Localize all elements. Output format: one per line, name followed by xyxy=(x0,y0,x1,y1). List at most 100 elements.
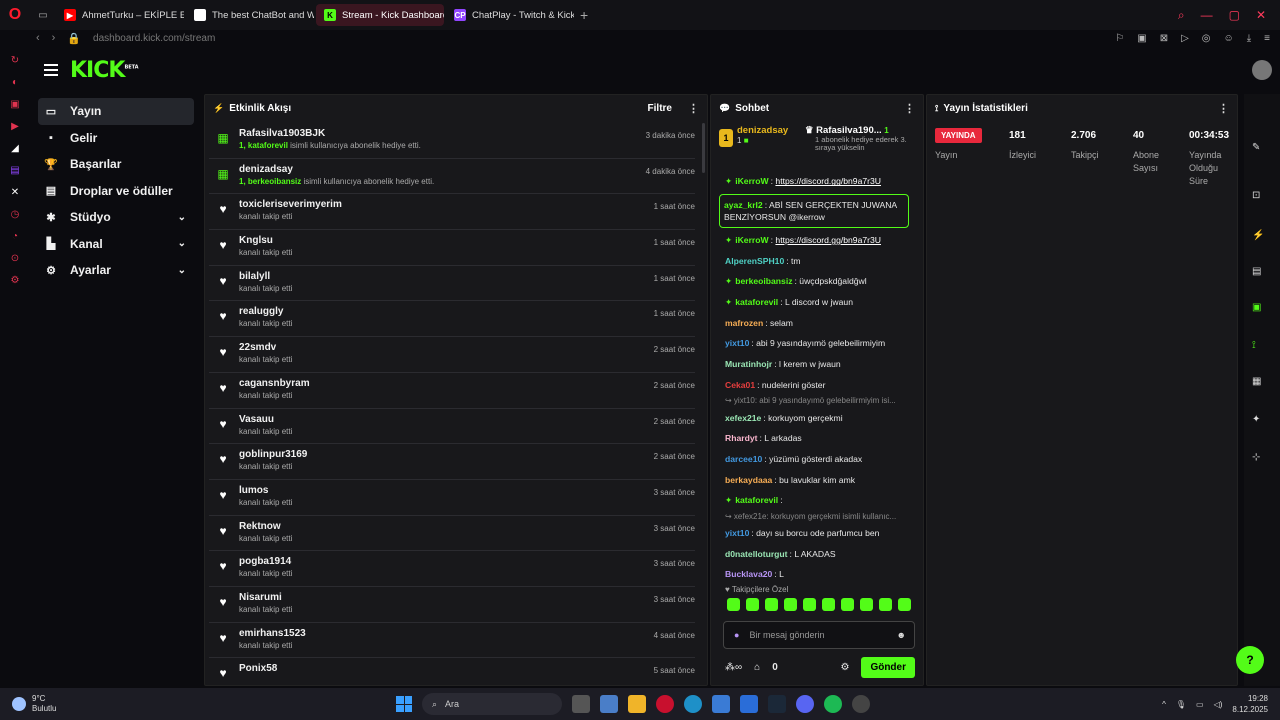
mic-icon[interactable]: ● xyxy=(734,630,739,640)
chat-username[interactable]: mafrozen xyxy=(725,318,763,328)
edit-icon[interactable]: ✎ xyxy=(1252,142,1260,153)
forward-icon[interactable]: › xyxy=(52,32,56,44)
chat-message[interactable]: berkaydaaa: bu lavuklar kim amk xyxy=(719,469,909,490)
event-username[interactable]: pogba1914 xyxy=(239,555,292,568)
chat-username[interactable]: d0natelloturgut xyxy=(725,549,788,559)
filter-button[interactable]: Filtre xyxy=(648,103,672,114)
event-row[interactable]: ♥ emirhans1523 kanalı takip etti 4 saat önc… xyxy=(209,623,695,659)
nav-item[interactable]: ▙ Kanal ⌄ xyxy=(38,231,194,258)
url-field[interactable]: dashboard.kick.com/stream xyxy=(93,33,215,44)
bookmark-icon[interactable]: ⚐ xyxy=(1115,33,1124,44)
chat-username[interactable]: kataforevil xyxy=(735,495,778,505)
chat-message[interactable]: yixt10: abi 9 yasındayımö gelebeilirmiyi… xyxy=(719,333,909,354)
event-row[interactable]: ♥ realuggly kanalı takip etti 1 saat önce xyxy=(209,301,695,338)
chat-input[interactable]: ● Bir mesaj gönderin ☻ xyxy=(723,621,915,649)
search-tabs-icon[interactable]: ⌕ xyxy=(1178,8,1185,23)
nav-item[interactable]: ▪ Gelir xyxy=(38,125,194,152)
chat-message[interactable]: Ceka01: nudelerini göster xyxy=(719,375,909,396)
steam-icon[interactable] xyxy=(768,695,786,713)
nav-item[interactable]: 🏆 Başarılar xyxy=(38,151,194,178)
event-username[interactable]: 22smdv xyxy=(239,341,292,354)
easy-setup-icon[interactable]: ◎ xyxy=(1202,33,1211,44)
nav-item[interactable]: ▤ Droplar ve ödüller xyxy=(38,178,194,205)
chat-message[interactable]: ✦ iKerroW: https://discord.gg/bn9a7r3U xyxy=(719,230,909,251)
event-row[interactable]: ♥ Nisarumi kanalı takip etti 3 saat önce xyxy=(209,587,695,623)
chat-username[interactable]: AlperenSPH10 xyxy=(725,256,784,266)
chat-username[interactable]: iKerroW xyxy=(735,235,768,245)
broadcast-icon[interactable]: ⟟ xyxy=(1252,340,1256,351)
chat-message[interactable]: Muratinhojr: l kerem w jwaun xyxy=(719,354,909,375)
spotify-icon[interactable] xyxy=(824,695,842,713)
file-explorer-icon[interactable] xyxy=(628,695,646,713)
volume-icon[interactable]: ◁) xyxy=(1214,700,1223,709)
chat-message[interactable]: Rhardyt: L arkadas xyxy=(719,428,909,449)
emote-icon[interactable] xyxy=(822,598,835,611)
help-icon[interactable]: ? xyxy=(1236,646,1264,674)
chevron-down-icon[interactable]: ⌄ xyxy=(178,265,186,276)
focus-icon[interactable]: ⊡ xyxy=(1252,190,1260,201)
leaderboard-entry[interactable]: ♛ Rafasilva190... 1 1 abonelik hediye ed… xyxy=(801,121,911,163)
chat-username[interactable]: yixt10 xyxy=(725,338,749,348)
chat-reply-preview[interactable]: ↪ yixt10: abi 9 yasındayımö gelebeilirmi… xyxy=(719,395,909,407)
chat-username[interactable]: Rhardyt xyxy=(725,433,757,443)
event-row[interactable]: ♥ 22smdv kanalı takip etti 2 saat önce xyxy=(209,337,695,373)
emote-icon[interactable] xyxy=(803,598,816,611)
leaderboard-entry[interactable]: 1 denizadsay 1 ■ xyxy=(719,121,801,163)
emote-icon[interactable] xyxy=(898,598,911,611)
emoji-icon[interactable]: ☻ xyxy=(897,630,906,640)
send-button[interactable]: Gönder xyxy=(861,656,915,678)
chat-message[interactable]: ✦ berkeoibansiz: üwçdpskdğaldğwl xyxy=(719,271,909,292)
network-icon[interactable]: ▭ xyxy=(1196,700,1204,709)
chat-message[interactable]: Bucklava20: L xyxy=(719,564,909,585)
discord-icon[interactable] xyxy=(796,695,814,713)
event-username[interactable]: Rafasilva1903BJK xyxy=(239,127,421,140)
chat-message[interactable]: d0natelloturgut: L AKADAS xyxy=(719,543,909,564)
chat-username[interactable]: berkaydaaa xyxy=(725,475,772,485)
browser-tab[interactable]: ▶ AhmetTurku – EKİPLE ESK xyxy=(56,4,184,26)
mic-tray-icon[interactable]: 🎙 xyxy=(1176,700,1186,709)
minimize-icon[interactable]: — xyxy=(1201,8,1213,23)
copilot-icon[interactable] xyxy=(600,695,618,713)
kick-sidebar-icon[interactable]: ◢ xyxy=(9,142,21,154)
chat-username[interactable]: ayaz_krl2 xyxy=(724,200,763,210)
emote-icon[interactable] xyxy=(746,598,759,611)
nav-item[interactable]: ✱ Stüdyo ⌄ xyxy=(38,204,194,231)
chat-username[interactable]: kataforevil xyxy=(735,297,778,307)
taskbar-search[interactable]: ⌕ Ara xyxy=(422,693,562,715)
event-username[interactable]: Ponix58 xyxy=(239,662,277,675)
event-row[interactable]: ♥ Knglsu kanalı takip etti 1 saat önce xyxy=(209,230,695,266)
opera-icon[interactable] xyxy=(656,695,674,713)
chat-text[interactable]: https://discord.gg/bn9a7r3U xyxy=(775,176,881,186)
chat-username[interactable]: Muratinhojr xyxy=(725,359,772,369)
tools-icon[interactable]: ✦ xyxy=(1252,414,1260,425)
tab-overview-icon[interactable]: ▭ xyxy=(30,10,56,21)
chat-message[interactable]: xefex21e: korkuyom gerçekmi xyxy=(719,407,909,428)
player-icon[interactable]: ▷ xyxy=(1181,33,1189,44)
chat-message[interactable]: ✦ iKerroW: https://discord.gg/bn9a7r3U xyxy=(719,171,909,192)
scrollbar[interactable] xyxy=(702,123,705,173)
chat-text[interactable]: https://discord.gg/bn9a7r3U xyxy=(775,235,881,245)
chat-message[interactable]: ayaz_krl2: ABİ SEN GERÇEKTEN JUWANA BENZ… xyxy=(719,193,909,228)
emote-icon[interactable] xyxy=(860,598,873,611)
event-username[interactable]: denizadsay xyxy=(239,163,434,176)
emote-icon[interactable] xyxy=(784,598,797,611)
chat-username[interactable]: darcee10 xyxy=(725,454,762,464)
event-row[interactable]: ♥ cagansnbyram kanalı takip etti 2 saat önc… xyxy=(209,373,695,409)
media-icon[interactable]: ▦ xyxy=(1252,376,1261,387)
chat-message[interactable]: ✦ kataforevil: xyxy=(719,490,909,511)
event-username[interactable]: goblinpur3169 xyxy=(239,448,307,461)
event-username[interactable]: Knglsu xyxy=(239,234,292,247)
x-icon[interactable]: ✕ xyxy=(9,186,21,198)
more-icon[interactable]: ⋮ xyxy=(1218,102,1229,115)
obs-icon[interactable] xyxy=(852,695,870,713)
chat-message[interactable]: yixt10: dayı su borcu ode parfumcu ben xyxy=(719,523,909,544)
windows-start-icon[interactable] xyxy=(396,696,412,712)
settings-sidebar-icon[interactable]: ⚙ xyxy=(9,274,21,286)
event-username[interactable]: lumos xyxy=(239,484,292,497)
chat-username[interactable]: berkeoibansiz xyxy=(735,276,792,286)
points-icon[interactable]: ⁂∞ xyxy=(725,662,742,673)
event-username[interactable]: bilalyll xyxy=(239,270,292,283)
event-row[interactable]: ♥ Rektnow kanalı takip etti 3 saat önce xyxy=(209,516,695,552)
extension-icon[interactable]: ⊠ xyxy=(1160,33,1168,44)
chat-username[interactable]: yixt10 xyxy=(725,528,749,538)
